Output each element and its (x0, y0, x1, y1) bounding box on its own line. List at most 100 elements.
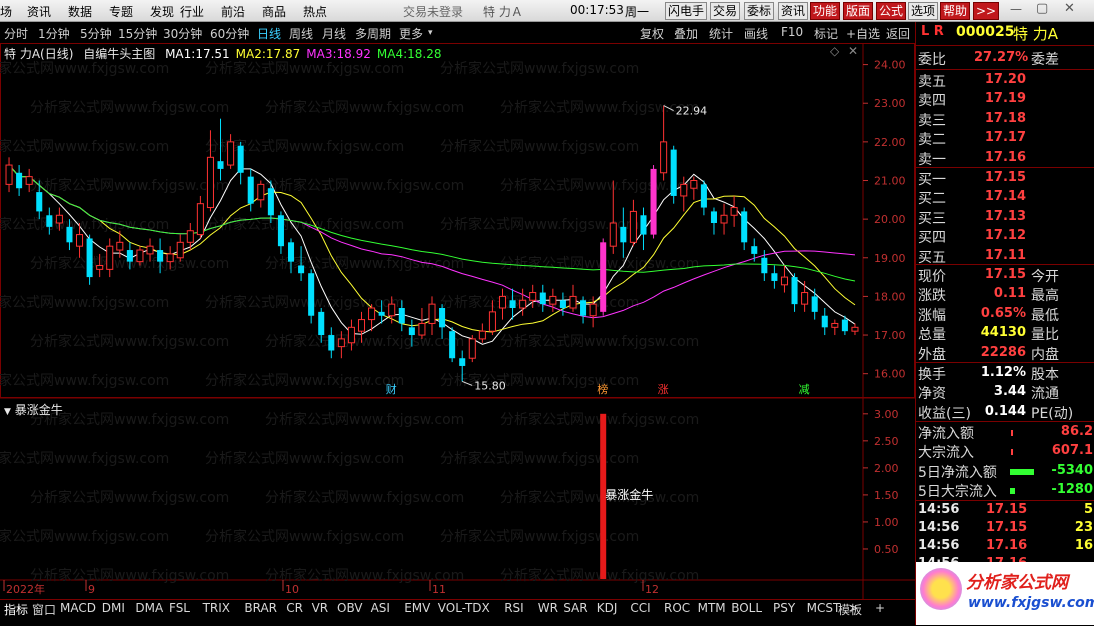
indicator-tab[interactable]: TRIX (203, 601, 230, 615)
quote-row: 买一 17.15 (916, 169, 1094, 188)
indicator-tab[interactable]: RSI (504, 601, 524, 615)
candle (498, 288, 507, 320)
period-tab[interactable]: 更多 (399, 25, 423, 42)
maximize-button[interactable]: ▢ (1036, 1, 1048, 16)
period-tab[interactable]: 30分钟 (163, 25, 202, 42)
toolbar-button[interactable]: >> (973, 2, 1000, 20)
indicator-tab[interactable]: BOLL (731, 601, 762, 615)
template-tab[interactable]: 模板 (838, 601, 862, 618)
indicator-tab[interactable]: CCI (630, 601, 650, 615)
minimize-button[interactable]: — (1010, 2, 1022, 16)
toolbar-button[interactable]: 帮助 (940, 2, 971, 20)
period-tab[interactable]: 月线 (322, 25, 346, 42)
period-tab[interactable]: 5分钟 (80, 25, 112, 42)
chart-tool-button[interactable]: F10 (781, 25, 803, 39)
menu-item[interactable]: 数据 (68, 3, 92, 20)
chart-tool-button[interactable]: 标记 (814, 25, 838, 42)
indicator-tab[interactable]: 指标 (4, 601, 28, 618)
period-tab[interactable]: 60分钟 (210, 25, 249, 42)
indicator-tab[interactable]: FSL (169, 601, 190, 615)
toolbar-button[interactable]: 委标 (744, 2, 775, 20)
toolbar-button[interactable]: 公式 (876, 2, 907, 20)
flow-row: 5日大宗流入 -1280 (916, 481, 1094, 500)
indicator-tab[interactable]: WR (538, 601, 558, 615)
menu-item[interactable]: 专题 (109, 3, 133, 20)
indicator-tab[interactable]: DMI (102, 601, 125, 615)
chart-tool-button[interactable]: 画线 (744, 25, 768, 42)
close-button[interactable]: ✕ (1064, 1, 1075, 16)
quote-value: 17.19 (984, 91, 1026, 107)
menu-item[interactable]: 前沿 (221, 3, 245, 20)
menu-item[interactable]: 行业 (180, 3, 204, 20)
candle (468, 335, 476, 363)
candle-body (66, 226, 73, 243)
indicator-tab[interactable]: ROC (664, 601, 690, 615)
indicator-tab[interactable]: CR (286, 601, 303, 615)
chart-tool-button[interactable]: +自选 (846, 25, 880, 42)
watermark-text: 分析家公式网www.fxjgsw.com (265, 177, 464, 194)
toolbar-button[interactable]: 资讯 (778, 2, 809, 20)
chart-close-icon[interactable]: ✕ (848, 44, 858, 58)
quote-value: 17.11 (984, 247, 1026, 263)
menu-item[interactable]: 热点 (303, 3, 327, 20)
period-tab[interactable]: 多周期 (355, 25, 391, 42)
menu-item[interactable]: 商品 (262, 3, 286, 20)
indicator-tab[interactable]: SAR (563, 601, 587, 615)
candle-body (710, 211, 717, 223)
indicator-tab[interactable]: OBV (337, 601, 363, 615)
menu-item[interactable]: 场 (0, 3, 12, 20)
quote-label: 涨跌 (918, 288, 946, 305)
chart-tool-button[interactable]: 复权 (640, 25, 664, 42)
toolbar-button[interactable]: 功能 (810, 2, 841, 20)
watermark-text: 分析家公式网www.fxjgsw.com (205, 372, 404, 389)
y-tick-label: 20.00 (874, 213, 906, 226)
period-tab[interactable]: 1分钟 (38, 25, 70, 42)
period-tab[interactable]: 周线 (289, 25, 313, 42)
indicator-tab[interactable]: BRAR (244, 601, 277, 615)
chart-tool-button[interactable]: 叠加 (674, 25, 698, 42)
toolbar-button[interactable]: 交易 (710, 2, 741, 20)
chart-tool-button[interactable]: 返回 (886, 25, 910, 42)
period-tab[interactable]: 15分钟 (118, 25, 157, 42)
y-tick-label: 23.00 (874, 97, 906, 110)
indicator-tab[interactable]: EMV (404, 601, 430, 615)
tick-row: 14:56 17.15 23 (916, 520, 1094, 538)
flow-label: 大宗流入 (918, 445, 974, 462)
candle-body (730, 207, 738, 216)
time-tick-label: 9 (88, 583, 95, 596)
toolbar-button[interactable]: 闪电手 (665, 2, 708, 20)
period-tab[interactable]: 分时 (4, 25, 28, 42)
flow-value: -1280 (1051, 482, 1093, 498)
indicator-tab[interactable]: VOL-TDX (438, 601, 490, 615)
add-tab-button[interactable]: + (875, 601, 885, 615)
indicator-tab[interactable]: MTM (698, 601, 726, 615)
indicator-tab[interactable]: 窗口 (32, 601, 56, 618)
indicator-tab[interactable]: PSY (773, 601, 795, 615)
watermark-text: 分析家公式网www.fxjgsw.com (265, 489, 464, 506)
indicator-tab[interactable]: MCST (807, 601, 841, 615)
menu-item[interactable]: 资讯 (27, 3, 51, 20)
quote-row: 涨幅 0.65% 最低 (916, 305, 1094, 324)
sub-chart-collapse-icon[interactable]: ▼ (4, 407, 11, 417)
candle-body (670, 149, 677, 196)
toolbar-button[interactable]: 版面 (843, 2, 874, 20)
candle-body (569, 295, 577, 309)
toolbar-button[interactable]: 选项 (908, 2, 939, 20)
indicator-tab[interactable]: MACD (60, 601, 96, 615)
indicator-tab[interactable]: VR (312, 601, 329, 615)
candle-body (690, 180, 698, 189)
indicator-name[interactable]: 自编牛头主图 (83, 47, 155, 61)
period-tab[interactable]: 日线 (257, 25, 281, 42)
chart-tool-button[interactable]: 统计 (709, 25, 733, 42)
quote-label-2: 量比 (1031, 327, 1059, 344)
indicator-tab[interactable]: ASI (371, 601, 390, 615)
quote-label-2: 流通 (1031, 386, 1059, 403)
menu-item[interactable]: 发现 (150, 3, 174, 20)
indicator-tab[interactable]: DMA (135, 601, 163, 615)
candle-body (287, 242, 295, 262)
more-dropdown-icon[interactable]: ▾ (428, 28, 433, 38)
candle-body (247, 176, 254, 204)
chart-area[interactable]: 分析家公式网www.fxjgsw.com 分析家公式网www.fxjgsw.com… (0, 43, 915, 599)
diamond-icon[interactable]: ◇ (830, 44, 839, 58)
indicator-tab[interactable]: KDJ (597, 601, 618, 615)
